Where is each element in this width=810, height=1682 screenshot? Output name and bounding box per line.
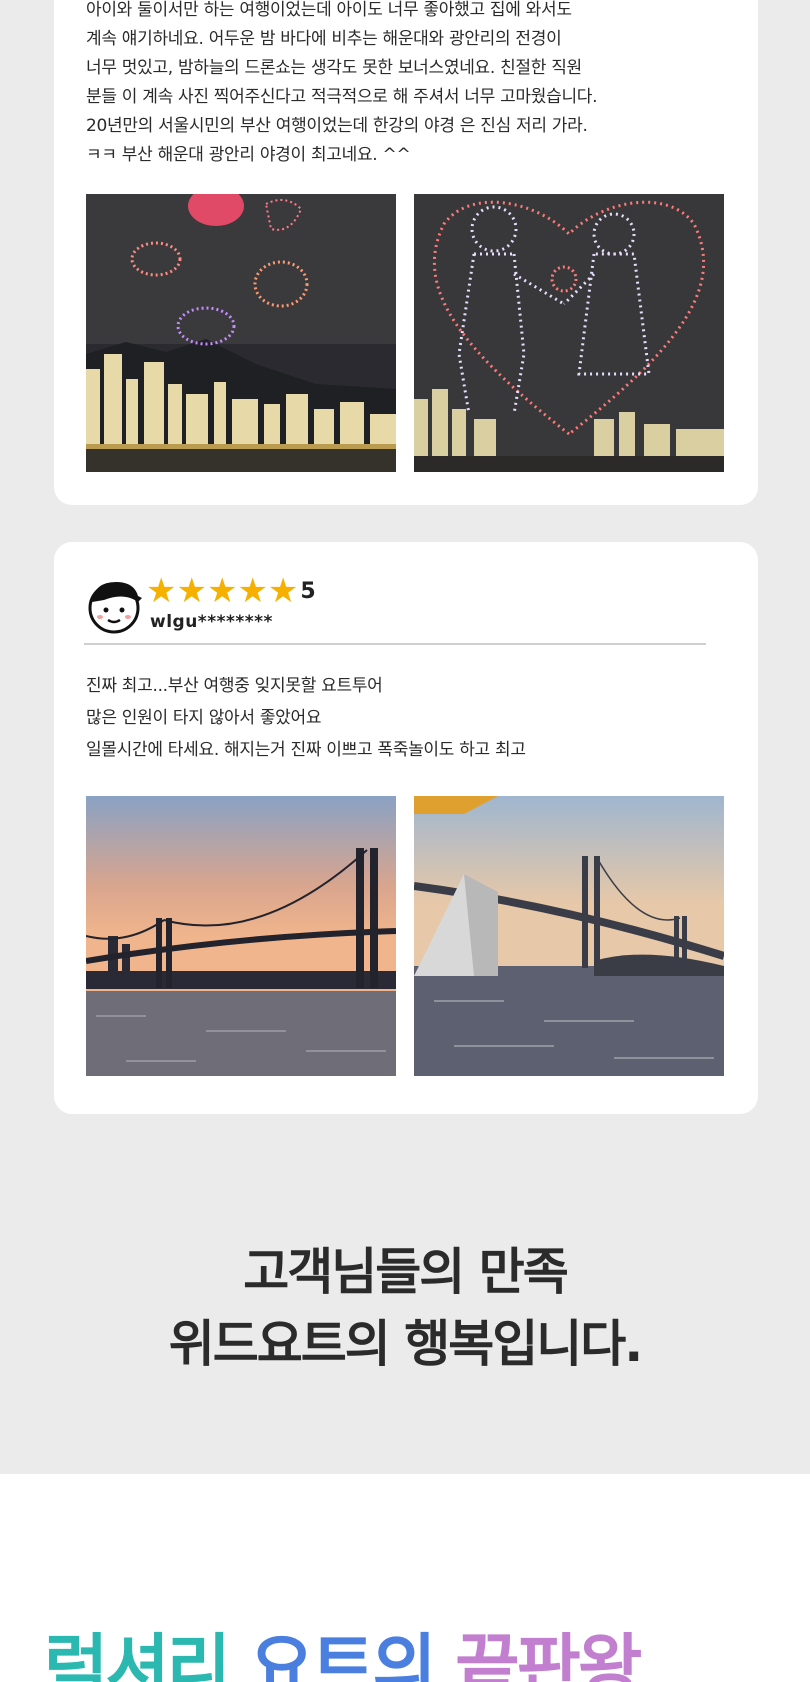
sunset-bridge-photo[interactable] [86, 796, 396, 1076]
stars-icon: ★★★★★ [146, 571, 299, 611]
divider [84, 643, 706, 645]
bottom-title-part: 요트의 [249, 1626, 456, 1682]
review-line: 분들 이 계속 사진 찍어주신다고 적극적으로 해 주셔서 너무 고마웠습니다. [86, 87, 598, 107]
bottom-title-part: 럭셔리 [44, 1626, 250, 1682]
review-line: 아이와 둘이서만 하는 여행이었는데 아이도 너무 좋아했고 집에 와서도 [86, 0, 572, 20]
drone-show-photo-couple[interactable] [414, 194, 724, 472]
review-line: 너무 멋있고, 밤하늘의 드론쇼는 생각도 못한 보너스였네요. 친절한 직원 [86, 58, 582, 78]
review-card: ★★★★★ 5 wlgu******** 진짜 최고...부산 여행중 잊지못할… [54, 542, 758, 1114]
review-line: 많은 인원이 타지 않아서 좋았어요 [86, 708, 322, 728]
review-line: ㅋㅋ 부산 해운대 광안리 야경이 최고네요. ^^ [86, 145, 411, 165]
review-line: 일몰시간에 타세요. 해지는거 진짜 이쁘고 폭죽놀이도 하고 최고 [86, 740, 526, 760]
star-rating: ★★★★★ 5 [146, 574, 316, 608]
review-text: 아이와 둘이서만 하는 여행이었는데 아이도 너무 좋아했고 집에 와서도 계속… [86, 0, 728, 170]
rating-value: 5 [300, 578, 316, 604]
reviewer-username: wlgu******** [150, 612, 273, 632]
bottom-title-part: 끝판왕 [455, 1626, 642, 1682]
review-line: 진짜 최고...부산 여행중 잊지못할 요트투어 [86, 676, 383, 696]
headline-line-1: 고객님들의 만족 [243, 1243, 568, 1301]
headline-line-2: 위드요트의 행복입니다. [168, 1315, 643, 1373]
bridge-from-yacht-photo[interactable] [414, 796, 724, 1076]
review-text: 진짜 최고...부산 여행중 잊지못할 요트투어 많은 인원이 타지 않아서 좋… [86, 670, 728, 766]
drone-show-photo-city[interactable] [86, 194, 396, 472]
reviewer-header: ★★★★★ 5 wlgu******** [84, 572, 484, 640]
avatar-icon [84, 574, 144, 636]
review-card: 아이와 둘이서만 하는 여행이었는데 아이도 너무 좋아했고 집에 와서도 계속… [54, 0, 758, 505]
review-line: 계속 얘기하네요. 어두운 밤 바다에 비추는 해운대와 광안리의 전경이 [86, 29, 562, 49]
bottom-title: 럭셔리 요트의 끝판왕 [44, 1622, 642, 1682]
review-line: 20년만의 서울시민의 부산 여행이었는데 한강의 야경 은 진심 저리 가라. [86, 116, 588, 136]
